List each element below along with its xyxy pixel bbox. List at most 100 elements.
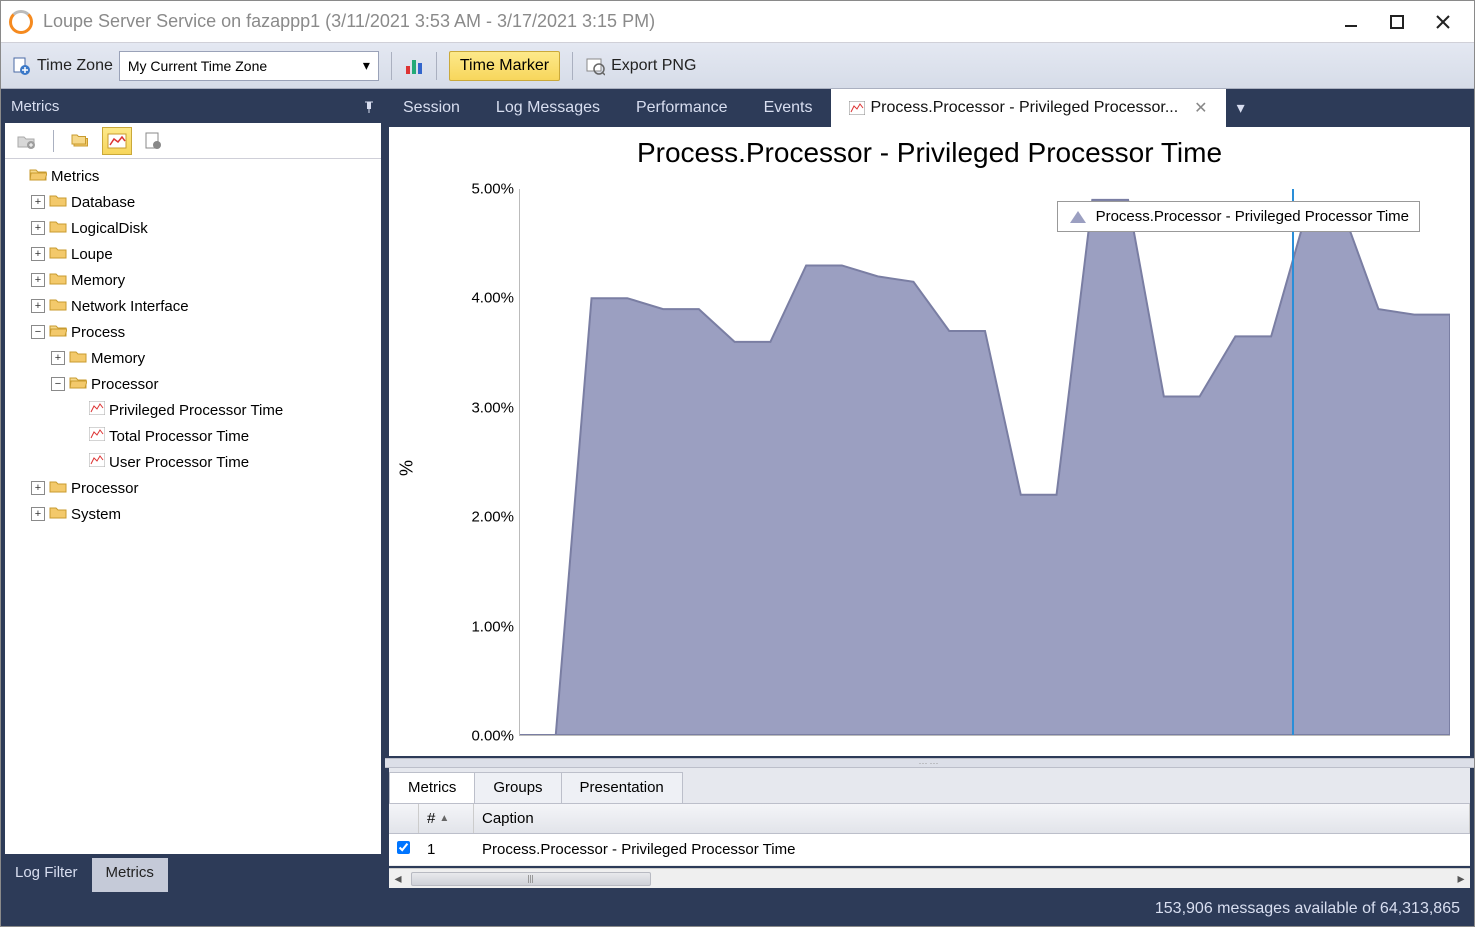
folder-icon [49, 297, 67, 315]
tree-toolbar [5, 123, 381, 159]
ytick: 1.00% [459, 618, 514, 635]
chart-icon [89, 453, 105, 471]
sidebar: Metrics Metrics+Database+LogicalDisk+Lou… [1, 89, 385, 892]
tree-leaf-privileged-processor-time[interactable]: Privileged Processor Time [11, 397, 375, 423]
expand-toggle[interactable]: + [31, 221, 45, 235]
time-zone-select[interactable]: My Current Time Zone ▾ [119, 51, 379, 81]
ytick: 4.00% [459, 290, 514, 307]
scroll-left[interactable]: ◂ [389, 870, 407, 887]
tree-item-database[interactable]: +Database [11, 189, 375, 215]
document-tabs: Session Log Messages Performance Events … [385, 89, 1474, 127]
folders-button[interactable] [66, 127, 96, 155]
folder-icon [49, 245, 67, 263]
expand-toggle[interactable]: − [51, 377, 65, 391]
chart-series-area [520, 189, 1450, 735]
chart-plot[interactable]: Process.Processor - Privileged Processor… [519, 189, 1450, 736]
expand-toggle[interactable]: + [31, 299, 45, 313]
chart-area: Process.Processor - Privileged Processor… [389, 127, 1470, 756]
tab-metrics[interactable]: Metrics [92, 858, 168, 892]
expand-toggle[interactable]: + [31, 247, 45, 261]
page-add-icon[interactable] [11, 56, 31, 76]
export-png-button[interactable]: Export PNG [611, 57, 696, 75]
folder-icon [49, 193, 67, 211]
sidebar-tabs: Log Filter Metrics [1, 858, 385, 892]
expand-toggle[interactable]: − [31, 325, 45, 339]
folder-icon [49, 505, 67, 523]
grid-row[interactable]: 1 Process.Processor - Privileged Process… [389, 834, 1470, 866]
expand-toggle[interactable]: + [51, 351, 65, 365]
sidebar-title: Metrics [11, 98, 59, 115]
chart-icon [89, 427, 105, 445]
detail-tab-metrics[interactable]: Metrics [389, 772, 475, 803]
maximize-button[interactable] [1374, 6, 1420, 38]
chart-bars-icon[interactable] [404, 56, 424, 76]
tab-active-metric[interactable]: Process.Processor - Privileged Processor… [831, 89, 1226, 127]
tree-item-processor[interactable]: +Processor [11, 475, 375, 501]
col-check[interactable] [389, 804, 419, 833]
expand-toggle[interactable]: + [31, 273, 45, 287]
tree-item-process[interactable]: −Process [11, 319, 375, 345]
add-folder-button[interactable] [11, 127, 41, 155]
export-png-icon [585, 56, 605, 76]
expand-toggle[interactable]: + [31, 195, 45, 209]
col-caption[interactable]: Caption [474, 804, 1470, 833]
ytick: 0.00% [459, 728, 514, 745]
titlebar: Loupe Server Service on fazappp1 (3/11/2… [1, 1, 1474, 43]
tree-item-logicaldisk[interactable]: +LogicalDisk [11, 215, 375, 241]
tree-item-loupe[interactable]: +Loupe [11, 241, 375, 267]
ytick: 5.00% [459, 181, 514, 198]
metrics-tree: Metrics+Database+LogicalDisk+Loupe+Memor… [5, 159, 381, 531]
main: Session Log Messages Performance Events … [385, 89, 1474, 892]
time-zone-value: My Current Time Zone [128, 58, 267, 74]
chart-view-button[interactable] [102, 127, 132, 155]
tree-root[interactable]: Metrics [11, 163, 375, 189]
splitter[interactable]: ⋯⋯ [385, 758, 1474, 768]
tree-item-network-interface[interactable]: +Network Interface [11, 293, 375, 319]
detail-tab-presentation[interactable]: Presentation [561, 772, 683, 803]
chevron-down-icon: ▾ [363, 57, 370, 74]
tab-session[interactable]: Session [385, 89, 478, 127]
close-button[interactable] [1420, 6, 1466, 38]
col-num[interactable]: #▲ [419, 804, 474, 833]
scroll-right[interactable]: ▸ [1452, 870, 1470, 887]
folder-icon [49, 479, 67, 497]
tab-performance[interactable]: Performance [618, 89, 746, 127]
row-num: 1 [419, 841, 474, 858]
tabs-menu-button[interactable]: ▾ [1226, 89, 1256, 127]
expand-toggle[interactable]: + [31, 507, 45, 521]
scroll-thumb[interactable] [411, 872, 651, 886]
app-icon [9, 10, 33, 34]
folder-icon [69, 375, 87, 393]
folder-icon [49, 271, 67, 289]
tree-item-process-memory[interactable]: +Memory [11, 345, 375, 371]
tab-events[interactable]: Events [746, 89, 831, 127]
tab-log-messages[interactable]: Log Messages [478, 89, 618, 127]
time-marker-button[interactable]: Time Marker [449, 51, 560, 81]
pin-icon[interactable] [363, 100, 375, 112]
sidebar-header: Metrics [1, 89, 385, 123]
tab-log-filter[interactable]: Log Filter [1, 858, 92, 892]
toolbar: Time Zone My Current Time Zone ▾ Time Ma… [1, 43, 1474, 89]
detail-tabs: Metrics Groups Presentation [389, 768, 1470, 804]
sort-asc-icon: ▲ [439, 813, 449, 824]
time-marker-line[interactable] [1292, 189, 1294, 735]
horizontal-scrollbar[interactable]: ◂ ▸ [389, 868, 1470, 888]
tree-item-memory[interactable]: +Memory [11, 267, 375, 293]
tree-item-system[interactable]: +System [11, 501, 375, 527]
chart-icon [89, 401, 105, 419]
folder-icon [29, 167, 47, 185]
chart-title: Process.Processor - Privileged Processor… [389, 127, 1470, 179]
window-title: Loupe Server Service on fazappp1 (3/11/2… [43, 11, 1328, 32]
tree-item-process-processor[interactable]: −Processor [11, 371, 375, 397]
folder-icon [49, 323, 67, 341]
tree-leaf-user-processor-time[interactable]: User Processor Time [11, 449, 375, 475]
expand-toggle[interactable]: + [31, 481, 45, 495]
detail-tab-groups[interactable]: Groups [474, 772, 561, 803]
page-gear-button[interactable] [138, 127, 168, 155]
chart-ylabel: % [397, 459, 418, 475]
close-tab-icon[interactable]: ✕ [1194, 98, 1207, 118]
minimize-button[interactable] [1328, 6, 1374, 38]
folder-icon [49, 219, 67, 237]
tree-leaf-total-processor-time[interactable]: Total Processor Time [11, 423, 375, 449]
row-checkbox[interactable] [397, 841, 410, 854]
